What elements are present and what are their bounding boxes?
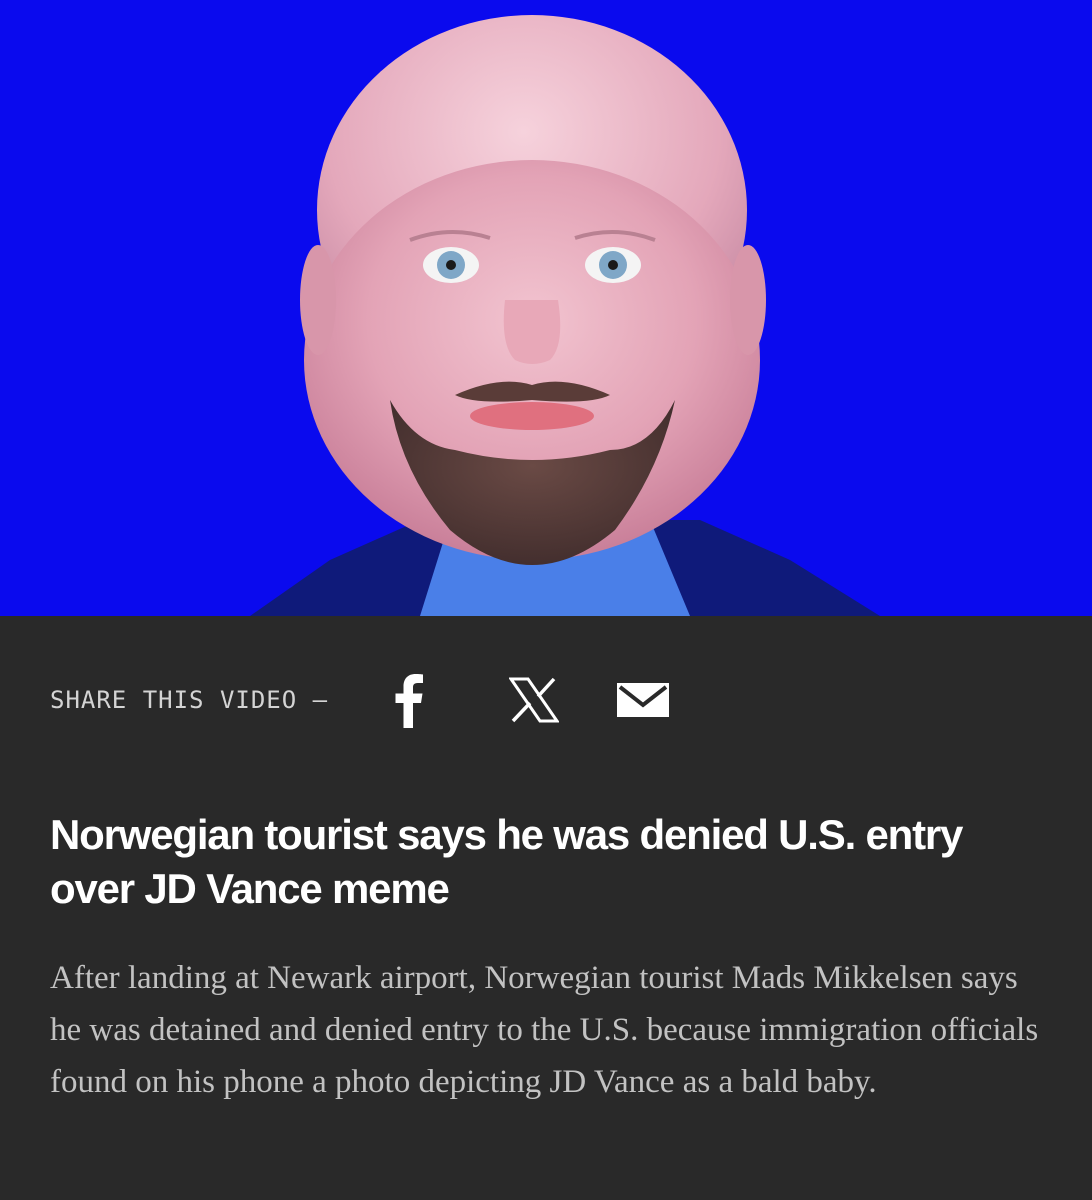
article-summary: After landing at Newark airport, Norwegi… — [50, 960, 1039, 1100]
mail-icon[interactable] — [616, 680, 670, 720]
article-headline[interactable]: Norwegian tourist says he was denied U.S… — [50, 808, 1050, 916]
video-thumbnail[interactable] — [0, 0, 1092, 616]
share-label: SHARE THIS VIDEO — — [50, 686, 329, 714]
facebook-icon[interactable] — [394, 672, 424, 728]
meme-image — [0, 0, 1092, 616]
share-bar: SHARE THIS VIDEO — — [50, 670, 670, 730]
x-icon[interactable] — [508, 675, 560, 725]
